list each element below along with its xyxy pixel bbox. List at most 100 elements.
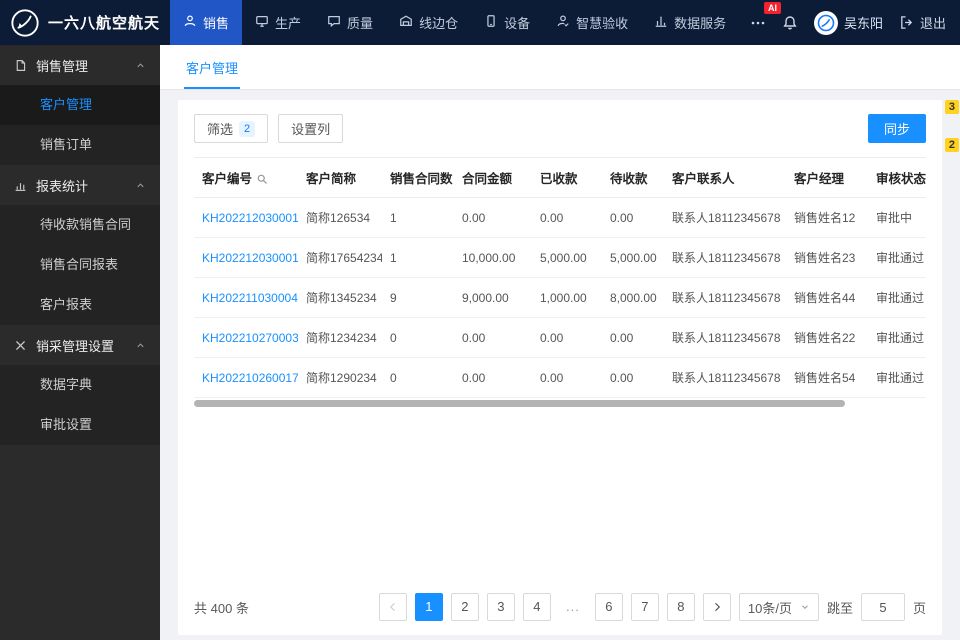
menu-item[interactable]: 销售合同报表	[0, 245, 160, 285]
nav-label: 线边仓	[419, 16, 459, 31]
nav-label: 销售	[203, 16, 230, 31]
next-page-button[interactable]	[702, 593, 731, 621]
caret-up-icon	[135, 340, 146, 351]
device-icon	[484, 14, 498, 31]
data-icon	[654, 14, 668, 31]
submenu: 待收款销售合同 销售合同报表 客户报表	[0, 205, 160, 325]
contract-amount: 0.00	[454, 317, 532, 358]
tab-customer-management[interactable]: 客户管理	[184, 45, 241, 89]
content: 筛选 2 设置列 同步 客户编号 客户简称 销售合同数 合同金额 已收款 待收款…	[160, 90, 960, 640]
menu-item[interactable]: 数据字典	[0, 365, 160, 405]
customer-id-link[interactable]: KH202212030001	[194, 197, 298, 238]
top-nav-item[interactable]: 设备	[471, 0, 543, 45]
sync-button[interactable]: 同步	[867, 114, 926, 143]
more-icon[interactable]	[750, 15, 766, 31]
page-number-button[interactable]: ...	[559, 593, 587, 621]
horizontal-scrollbar-track	[194, 400, 926, 407]
pending-amount: 0.00	[602, 357, 664, 398]
menu-group-header[interactable]: 销售管理	[0, 45, 160, 85]
page-number-button[interactable]: 3	[486, 593, 515, 621]
logout-button[interactable]: 退出	[899, 13, 946, 32]
menu-item[interactable]: 客户管理	[0, 85, 160, 125]
user-menu[interactable]: 吴东阳	[813, 10, 883, 35]
horizontal-scrollbar[interactable]	[194, 400, 846, 407]
top-nav-item[interactable]: 线边仓	[386, 0, 471, 45]
menu-item-label: 销售订单	[40, 137, 93, 152]
top-nav-item[interactable]: 销售	[170, 0, 243, 45]
customer-contact: 联系人18112345678	[664, 197, 786, 238]
top-nav-item[interactable]: 生产	[242, 0, 314, 45]
menu-item[interactable]: 审批设置	[0, 405, 160, 445]
top-nav: 销售 生产 质量 线边仓 设备 智慧验收 数据服务	[170, 0, 739, 45]
user-icon	[183, 14, 197, 31]
file-icon	[14, 59, 27, 72]
customer-manager: 销售姓名54	[786, 357, 868, 398]
table-header-row: 客户编号 客户简称 销售合同数 合同金额 已收款 待收款 客户联系人 客户经理 …	[194, 157, 926, 198]
page-number-button[interactable]: 2	[450, 593, 479, 621]
menu-item[interactable]: 销售订单	[0, 125, 160, 165]
customer-id-link[interactable]: KH202212030001	[194, 237, 298, 278]
menu-item[interactable]: 客户报表	[0, 285, 160, 325]
prev-page-button[interactable]	[378, 593, 407, 621]
jump-page-input[interactable]	[860, 593, 905, 621]
menu-item[interactable]: 待收款销售合同	[0, 205, 160, 245]
column-header-label: 客户经理	[794, 172, 845, 186]
filter-button[interactable]: 筛选 2	[194, 114, 269, 143]
jump-to-page: 跳至 页	[827, 593, 926, 621]
top-nav-item[interactable]: 数据服务	[641, 0, 739, 45]
search-icon[interactable]	[256, 173, 268, 185]
table-body: KH202212030001 简称126534 1 0.00 0.00 0.00…	[194, 197, 926, 398]
column-header: 销售合同数	[382, 157, 454, 198]
column-header-label: 合同金额	[462, 172, 513, 186]
page-number-button[interactable]: 8	[666, 593, 695, 621]
table-row: KH202211030004 简称1345234 9 9,000.00 1,00…	[194, 277, 926, 318]
column-header-label: 审核状态	[876, 172, 926, 186]
top-nav-item[interactable]: 质量	[314, 0, 386, 45]
page-number-button[interactable]: 6	[594, 593, 623, 621]
logout-label: 退出	[919, 16, 946, 31]
customer-id-link[interactable]: KH202211030004	[194, 277, 298, 318]
page-unit-label: 页	[912, 600, 926, 616]
pending-amount: 0.00	[602, 197, 664, 238]
page-number-button[interactable]: 1	[414, 593, 443, 621]
monitor-icon	[255, 14, 269, 31]
customer-manager: 销售姓名23	[786, 237, 868, 278]
menu-item-label: 审批设置	[40, 417, 93, 432]
table-row: KH202210270003 简称1234234 0 0.00 0.00 0.0…	[194, 317, 926, 358]
column-header-label: 待收款	[610, 172, 648, 186]
customer-id-link[interactable]: KH202210270003	[194, 317, 298, 358]
customer-short-name: 简称1345234	[298, 277, 382, 318]
bell-icon[interactable]: AI	[763, 1, 798, 31]
caret-up-icon	[135, 60, 146, 71]
menu-group-header[interactable]: 销采管理设置	[0, 325, 160, 365]
inspect-icon	[556, 14, 570, 31]
table-row: KH202212030001 简称126534 1 0.00 0.00 0.00…	[194, 197, 926, 238]
page-size-value: 10条/页	[747, 600, 792, 616]
caret-up-icon	[135, 180, 146, 191]
topbar-right: AI 吴东阳 退出	[750, 1, 960, 35]
received-amount: 0.00	[532, 357, 602, 398]
customer-contact: 联系人18112345678	[664, 317, 786, 358]
page-number-button[interactable]: 7	[630, 593, 659, 621]
nav-label: 生产	[275, 16, 302, 31]
main-area: 客户管理 筛选 2 设置列 同步 客户编号 客户简称 销售合同数 合同金额 已收…	[160, 45, 960, 640]
audit-status: 审批通过	[868, 237, 926, 278]
page-size-select[interactable]: 10条/页	[738, 593, 819, 621]
top-nav-item[interactable]: 智慧验收	[543, 0, 641, 45]
column-settings-button[interactable]: 设置列	[278, 114, 344, 143]
page-number-button[interactable]: 4	[522, 593, 551, 621]
column-header: 合同金额	[454, 157, 532, 198]
ai-badge: AI	[763, 1, 781, 15]
total-count: 共 400 条	[194, 600, 249, 616]
annotation-marker-2: 2	[944, 138, 959, 152]
contract-count: 0	[382, 357, 454, 398]
menu-group-header[interactable]: 报表统计	[0, 165, 160, 205]
menu-item-label: 销售合同报表	[40, 257, 119, 272]
column-header: 客户经理	[786, 157, 868, 198]
column-header: 客户简称	[298, 157, 382, 198]
customer-short-name: 简称1234234	[298, 317, 382, 358]
audit-status: 审批通过	[868, 317, 926, 358]
customer-id-link[interactable]: KH202210260017	[194, 357, 298, 398]
page-numbers: 1 2 3 4 ... 6 7 8	[407, 593, 695, 621]
contract-amount: 10,000.00	[454, 237, 532, 278]
